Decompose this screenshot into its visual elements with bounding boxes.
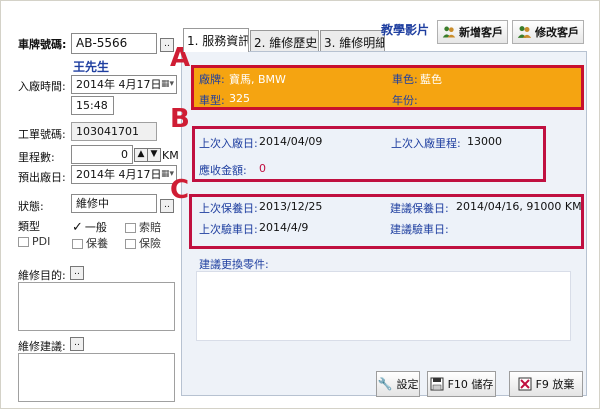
mileage-input[interactable]: 0 xyxy=(71,145,133,164)
edit-person-icon xyxy=(517,26,532,38)
edit-customer-label: 修改客戶 xyxy=(535,26,579,39)
save-icon xyxy=(430,377,444,391)
add-customer-label: 新增客戶 xyxy=(459,26,503,39)
checkbox-icon xyxy=(72,239,83,249)
type-claim-label: 索賠 xyxy=(139,221,161,234)
mileage-unit: KM xyxy=(162,149,179,162)
video-tutorial-link[interactable]: 教學影片 xyxy=(381,21,429,38)
checkbox-icon xyxy=(125,223,136,233)
last-mileage-value: 13000 xyxy=(467,135,502,148)
order-number-field: 103041701 xyxy=(71,122,157,141)
checkout-label: 預出廠日: xyxy=(18,171,66,184)
mileage-up-icon[interactable]: ▲ xyxy=(134,148,148,162)
type-general-checkbox[interactable]: ✓ 一般 xyxy=(72,219,107,235)
check-icon: ✓ xyxy=(72,220,83,235)
checkin-label: 入廠時間: xyxy=(18,80,66,93)
status-field[interactable]: 維修中 xyxy=(71,194,157,213)
type-label: 類型 xyxy=(18,220,40,233)
plate-input[interactable]: AB-5566 xyxy=(71,33,157,54)
model-value: 325 xyxy=(229,92,250,105)
discard-button[interactable]: F9 放棄 xyxy=(509,371,583,397)
discard-icon xyxy=(518,377,532,391)
plate-label: 車牌號碼: xyxy=(18,38,67,51)
last-checkin-value: 2014/04/09 xyxy=(259,135,323,148)
type-insurance-checkbox[interactable]: 保險 xyxy=(125,235,161,251)
brand-value: 寶馬, BMW xyxy=(229,73,286,86)
parts-list-box[interactable] xyxy=(196,271,571,341)
calendar-dropdown-icon[interactable]: ▦▾ xyxy=(161,77,175,91)
color-value: 藍色 xyxy=(420,73,442,86)
checkbox-icon xyxy=(125,239,136,249)
last-inspection-value: 2014/4/9 xyxy=(259,221,309,234)
mileage-down-icon[interactable]: ▼ xyxy=(147,148,161,162)
advice-label: 維修建議: xyxy=(18,340,66,353)
type-pdi-label: PDI xyxy=(32,235,51,248)
add-customer-button[interactable]: 新增客戶 xyxy=(437,20,508,44)
mileage-label: 里程數: xyxy=(18,151,55,164)
edit-customer-button[interactable]: 修改客戶 xyxy=(512,20,584,44)
last-checkin-label: 上次入廠日: xyxy=(199,137,258,150)
parts-label: 建議更換零件: xyxy=(199,258,269,271)
suggested-maintenance-label: 建議保養日: xyxy=(390,202,449,215)
type-maintenance-label: 保養 xyxy=(86,237,108,250)
tab-repair-details[interactable]: 3. 維修明細 xyxy=(320,30,385,52)
settings-label: 設定 xyxy=(396,378,419,391)
suggested-maintenance-value: 2014/04/16, 91000 KM xyxy=(456,200,582,213)
order-label: 工單號碼: xyxy=(18,128,66,141)
type-maintenance-checkbox[interactable]: 保養 xyxy=(72,235,108,251)
suggested-inspection-label: 建議驗車日: xyxy=(390,223,449,236)
year-label: 年份: xyxy=(392,94,418,107)
brand-label: 廠牌: xyxy=(199,73,225,86)
last-mileage-label: 上次入廠里程: xyxy=(391,137,461,150)
marker-c: C xyxy=(170,175,190,205)
checkout-date-value: 2014年 4月17日 xyxy=(76,168,162,181)
add-person-icon xyxy=(442,26,456,38)
last-maintenance-label: 上次保養日: xyxy=(199,202,258,215)
checkin-date-value: 2014年 4月17日 xyxy=(76,78,162,91)
owner-name: 王先生 xyxy=(73,60,110,74)
receivable-label: 應收金額: xyxy=(199,164,247,177)
tab-repair-history[interactable]: 2. 維修歷史 xyxy=(250,30,319,52)
color-label: 車色: xyxy=(392,73,418,86)
type-general-label: 一般 xyxy=(84,221,107,234)
model-label: 車型: xyxy=(199,94,225,107)
purpose-label: 維修目的: xyxy=(18,269,66,282)
settings-button[interactable]: 🔧 設定 xyxy=(376,371,420,397)
last-inspection-label: 上次驗車日: xyxy=(199,223,258,236)
save-button[interactable]: F10 儲存 xyxy=(427,371,496,397)
checkin-time-input[interactable]: 15:48 xyxy=(71,96,114,115)
tab-service-info[interactable]: 1. 服務資訊 xyxy=(183,28,249,52)
purpose-textarea[interactable] xyxy=(18,282,175,331)
save-label: F10 儲存 xyxy=(447,378,494,391)
last-maintenance-value: 2013/12/25 xyxy=(259,200,323,213)
receivable-value: 0 xyxy=(259,162,266,175)
status-label: 狀態: xyxy=(18,200,44,213)
type-insurance-label: 保險 xyxy=(139,237,161,250)
purpose-lookup-button[interactable]: .. xyxy=(70,266,84,280)
advice-lookup-button[interactable]: .. xyxy=(70,337,84,351)
wrench-icon: 🔧 xyxy=(377,377,393,391)
checkbox-icon xyxy=(18,237,29,247)
advice-textarea[interactable] xyxy=(18,353,175,402)
marker-b: B xyxy=(170,104,190,134)
type-pdi-checkbox[interactable]: PDI xyxy=(18,235,50,248)
discard-label: F9 放棄 xyxy=(535,378,575,391)
type-claim-checkbox[interactable]: 索賠 xyxy=(125,219,161,235)
